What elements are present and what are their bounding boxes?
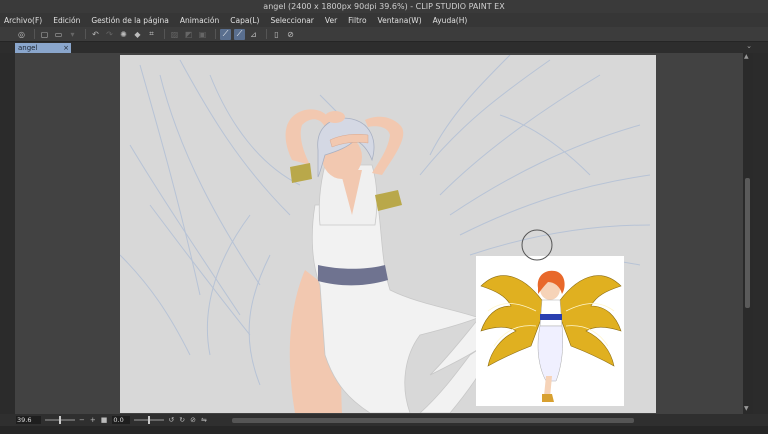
- menu-edicion[interactable]: Edición: [53, 16, 80, 25]
- rotation-field[interactable]: 0.0: [112, 416, 131, 424]
- menu-bar: Archivo(F) Edición Gestión de la página …: [0, 13, 768, 27]
- command-bar: ◎ ▢ ▭ ▾ ↶ ↷ ✺ ◆ ⌗ ▨ ◩ ▣ ⟋ ⟋ ⊿ ▯ ⊘: [0, 27, 768, 42]
- menu-ayuda[interactable]: Ayuda(H): [433, 16, 468, 25]
- invert-selection-icon[interactable]: ◩: [183, 29, 194, 40]
- toolbar-separator: [164, 29, 165, 39]
- chevron-down-icon[interactable]: ⌄: [746, 42, 752, 50]
- zoom-field[interactable]: 39.6: [16, 416, 41, 424]
- fill-bucket-icon[interactable]: ◆: [132, 29, 143, 40]
- menu-animacion[interactable]: Animación: [180, 16, 219, 25]
- ref-dress-top: [539, 299, 563, 327]
- ref-sash: [540, 314, 562, 320]
- transform-icon[interactable]: ⌗: [146, 29, 157, 40]
- status-bar: 39.6 − + ■ 0.0 ↺ ↻ ⊘ ⇋: [0, 414, 768, 426]
- right-arm-band: [375, 190, 402, 211]
- smartphone-icon[interactable]: ▯: [271, 29, 282, 40]
- loading-icon[interactable]: ✺: [118, 29, 129, 40]
- companion-mode-icon[interactable]: ⊘: [285, 29, 296, 40]
- fit-view-icon[interactable]: ■: [101, 416, 108, 424]
- golden-angel-reference: [480, 270, 622, 402]
- toolbar-separator: [215, 29, 216, 39]
- reference-image[interactable]: [476, 256, 624, 406]
- snap-grid-icon[interactable]: ⊿: [248, 29, 259, 40]
- hand: [325, 111, 345, 123]
- rotate-left-icon[interactable]: ↺: [168, 416, 174, 424]
- toolbar-separator: [34, 29, 35, 39]
- clear-selection-icon[interactable]: ▨: [169, 29, 180, 40]
- menu-filtro[interactable]: Filtro: [348, 16, 366, 25]
- white-dress: [311, 204, 491, 413]
- menu-archivo[interactable]: Archivo(F): [4, 16, 42, 25]
- vertical-scrollbar[interactable]: ▲ ▼: [743, 53, 753, 414]
- menu-ver[interactable]: Ver: [325, 16, 337, 25]
- new-file-icon[interactable]: ▢: [39, 29, 50, 40]
- clip-studio-icon[interactable]: ◎: [16, 29, 27, 40]
- toolbar-separator: [266, 29, 267, 39]
- zoom-out-button[interactable]: −: [79, 416, 85, 424]
- zoom-slider[interactable]: [45, 416, 75, 424]
- toolbar-separator: [85, 29, 86, 39]
- left-arm-band: [290, 163, 312, 183]
- zoom-slider-knob[interactable]: [59, 416, 61, 424]
- menu-gestion-pagina[interactable]: Gestión de la página: [91, 16, 168, 25]
- close-icon[interactable]: ×: [63, 43, 69, 53]
- tab-label: angel: [18, 44, 38, 52]
- scroll-up-icon[interactable]: ▲: [744, 53, 749, 60]
- snap-special-ruler-icon[interactable]: ⟋: [234, 28, 245, 40]
- scroll-down-icon[interactable]: ▼: [744, 405, 749, 412]
- undo-icon[interactable]: ↶: [90, 29, 101, 40]
- menu-ventana[interactable]: Ventana(W): [378, 16, 422, 25]
- tab-angel[interactable]: angel ×: [15, 43, 71, 53]
- window-title: angel (2400 x 1800px 90dpi 39.6%) - CLIP…: [0, 0, 768, 13]
- ref-sandal: [542, 394, 554, 402]
- zoom-in-button[interactable]: +: [90, 416, 96, 424]
- bottom-frame: [0, 426, 768, 434]
- menu-capa[interactable]: Capa(L): [230, 16, 259, 25]
- tab-bar: angel × ⌄: [0, 42, 768, 53]
- ref-skirt: [537, 325, 563, 382]
- flip-icon[interactable]: ⇋: [201, 416, 207, 424]
- reset-rotation-icon[interactable]: ⊘: [190, 416, 196, 424]
- redo-icon[interactable]: ↷: [104, 29, 115, 40]
- rotation-slider[interactable]: [134, 416, 165, 424]
- crop-icon[interactable]: ▣: [197, 29, 208, 40]
- rotate-right-icon[interactable]: ↻: [179, 416, 185, 424]
- open-folder-icon[interactable]: ▭: [53, 29, 64, 40]
- horizontal-scrollbar[interactable]: [231, 417, 634, 423]
- snap-ruler-icon[interactable]: ⟋: [220, 28, 231, 40]
- menu-seleccionar[interactable]: Seleccionar: [270, 16, 313, 25]
- save-icon[interactable]: ▾: [67, 29, 78, 40]
- brush-cursor: [521, 229, 553, 261]
- scrollbar-thumb[interactable]: [745, 178, 750, 308]
- rotation-slider-knob[interactable]: [148, 416, 151, 424]
